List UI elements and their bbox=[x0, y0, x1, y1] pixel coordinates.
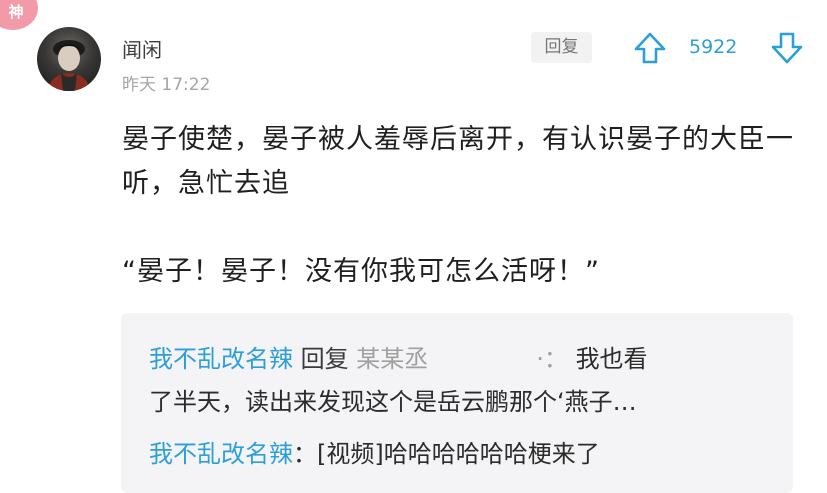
comment-author[interactable]: 闻闲 bbox=[122, 34, 162, 63]
arrow-up-icon[interactable] bbox=[633, 31, 667, 65]
arrow-down-icon[interactable] bbox=[770, 31, 804, 65]
comment-paragraph: 晏子使楚，晏子被人羞辱后离开，有认识晏子的大臣一听，急忙去追 bbox=[122, 124, 794, 199]
reply-separator: ·： bbox=[536, 345, 568, 373]
user-avatar[interactable] bbox=[37, 27, 101, 91]
reply-author[interactable]: 我不乱改名辣 bbox=[149, 345, 293, 373]
reply-text: [视频]哈哈哈哈哈哈梗来了 bbox=[317, 440, 600, 468]
reply-text: 我也看 bbox=[575, 345, 648, 373]
comment-body: 晏子使楚，晏子被人羞辱后离开，有认识晏子的大臣一听，急忙去追 “晏子！晏子！没有… bbox=[122, 118, 802, 294]
reply-target-user[interactable]: 某某丞 bbox=[356, 345, 428, 373]
reply-author[interactable]: 我不乱改名辣 bbox=[149, 440, 293, 468]
reply-separator: ： bbox=[293, 440, 317, 468]
comment-paragraph: “晏子！晏子！没有你我可怎么活呀！” bbox=[122, 256, 600, 287]
vote-count: 5922 bbox=[689, 36, 738, 58]
reply-button[interactable]: 回复 bbox=[531, 32, 592, 63]
reply-verb: 回复 bbox=[300, 345, 349, 373]
avatar-image bbox=[47, 40, 91, 91]
reply-item[interactable]: 我不乱改名辣 回复 某某丞 ·： 我也看 了半天，读出来发现这个是岳云鹏那个‘燕子… bbox=[149, 338, 769, 424]
god-comment-badge: 神 bbox=[0, 0, 38, 30]
reply-item[interactable]: 我不乱改名辣：[视频]哈哈哈哈哈哈梗来了 bbox=[149, 433, 769, 476]
god-comment-badge-label: 神 bbox=[8, 3, 24, 21]
reply-text: 了半天，读出来发现这个是岳云鹏那个‘燕子… bbox=[149, 388, 637, 416]
comment-timestamp: 昨天 17:22 bbox=[122, 75, 211, 95]
reply-list[interactable]: 我不乱改名辣 回复 某某丞 ·： 我也看 了半天，读出来发现这个是岳云鹏那个‘燕子… bbox=[121, 313, 793, 493]
